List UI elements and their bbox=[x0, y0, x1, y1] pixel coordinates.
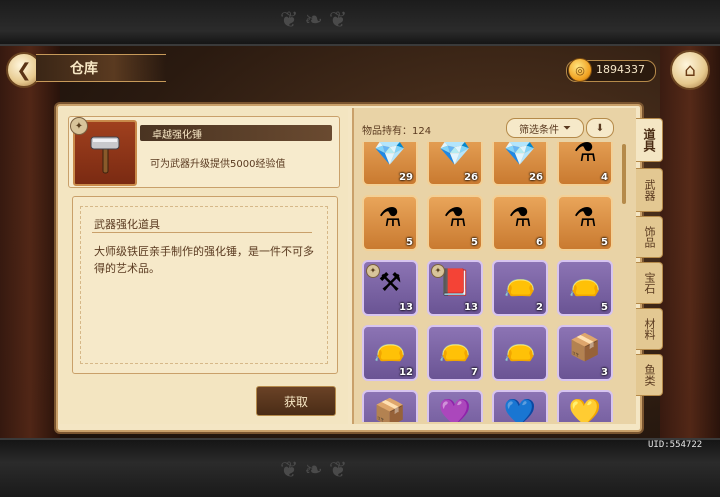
tab-gems[interactable]: 宝石 bbox=[636, 262, 663, 304]
red-pouch-icon: 👝 bbox=[568, 268, 602, 298]
home-icon: ⌂ bbox=[684, 59, 696, 81]
top-ornament-frame: ❦❧❦ bbox=[0, 0, 720, 46]
item-count: 物品持有：124 bbox=[362, 126, 432, 137]
home-button[interactable]: ⌂ bbox=[670, 50, 710, 90]
tab-weapons[interactable]: 武器 bbox=[636, 168, 663, 212]
item-quantity: 13 bbox=[464, 302, 478, 313]
inventory-slot[interactable]: 💎 29 bbox=[362, 142, 418, 186]
inventory-slot[interactable]: 👝 2 bbox=[492, 260, 548, 316]
obtain-button[interactable]: 获取 bbox=[256, 386, 336, 416]
star-badge-icon: ✦ bbox=[431, 264, 445, 278]
gold-value: 1894337 bbox=[596, 63, 645, 76]
back-arrow-icon: ❮ bbox=[16, 59, 32, 81]
inventory-slot[interactable]: 📕 ✦ 13 bbox=[427, 260, 483, 316]
inventory-slot[interactable]: ⚒ ✦ 13 bbox=[362, 260, 418, 316]
tab-label: 鱼类 bbox=[643, 364, 656, 386]
inventory-slot[interactable]: 📦 3 bbox=[557, 325, 613, 381]
inventory-slot[interactable]: 👝 7 bbox=[427, 325, 483, 381]
inventory-slot[interactable]: 💛 bbox=[557, 390, 613, 422]
item-quantity: 6 bbox=[536, 237, 543, 248]
gold-heart-gem-icon: 💛 bbox=[568, 398, 602, 422]
tab-label: 武器 bbox=[643, 179, 656, 201]
user-id: UID:554722 bbox=[648, 440, 703, 450]
page-title: 仓库 bbox=[70, 61, 98, 77]
item-quantity: 3 bbox=[601, 367, 608, 378]
item-quantity: 13 bbox=[399, 302, 413, 313]
star-badge-icon: ✦ bbox=[366, 264, 380, 278]
item-quantity: 29 bbox=[399, 172, 413, 183]
green-crate-icon: 📦 bbox=[373, 398, 407, 422]
item-category: 武器强化道具 bbox=[94, 218, 160, 231]
ornament-icon: ❦❧❦ bbox=[280, 458, 354, 483]
tab-label: 道具 bbox=[642, 128, 656, 152]
potion-icon: ⚗ bbox=[573, 142, 597, 168]
inventory-slot[interactable]: 👝 bbox=[492, 325, 548, 381]
tab-fish[interactable]: 鱼类 bbox=[636, 354, 663, 396]
item-quantity: 5 bbox=[601, 302, 608, 313]
tab-materials[interactable]: 材料 bbox=[636, 308, 663, 350]
filter-label: 筛选条件 bbox=[519, 124, 559, 136]
purple-potion-icon: ⚗ bbox=[573, 203, 597, 233]
tab-label: 宝石 bbox=[643, 272, 656, 294]
filter-funnel-icon: ⏷ bbox=[563, 122, 571, 134]
item-short-description: 可为武器升级提供5000经验值 bbox=[150, 159, 286, 170]
inventory-grid: 💎 29 💎 26 💎 26 ⚗ 4 ⚗ 5 ⚗ 5 ⚗ 6 ⚗ 5 ⚒ ✦ 13 📕 ✦ 13 👝 2 👝 5 👝 12 👝 7 👝 📦 3 📦… bbox=[356, 142, 628, 422]
item-quantity: 5 bbox=[471, 237, 478, 248]
red-pouch-icon: 👝 bbox=[503, 268, 537, 298]
item-quantity: 12 bbox=[399, 367, 413, 378]
sort-button[interactable]: ⬇ bbox=[586, 118, 614, 138]
tab-accessories[interactable]: 饰品 bbox=[636, 216, 663, 258]
curtain-right bbox=[660, 44, 720, 438]
curtain-left bbox=[0, 44, 60, 438]
inventory-slot[interactable]: 💜 bbox=[427, 390, 483, 422]
star-badge-icon: ✦ bbox=[70, 117, 88, 135]
inventory-scrollbar[interactable] bbox=[622, 144, 626, 204]
green-pouch-icon: 👝 bbox=[373, 333, 407, 363]
item-name: 卓越强化锤 bbox=[152, 130, 202, 141]
inventory-slot[interactable]: 👝 5 bbox=[557, 260, 613, 316]
bottom-ornament-frame: ❦❧❦ bbox=[0, 438, 720, 497]
item-quantity: 2 bbox=[536, 302, 543, 313]
item-quantity: 7 bbox=[471, 367, 478, 378]
inventory-slot[interactable]: 💙 bbox=[492, 390, 548, 422]
green-potion-icon: ⚗ bbox=[378, 203, 402, 233]
filter-button[interactable]: 筛选条件 ⏷ bbox=[506, 118, 584, 138]
item-description: 大师级铁匠亲手制作的强化锤，是一件不可多得的艺术品。 bbox=[94, 245, 314, 275]
ornament-icon: ❦❧❦ bbox=[280, 8, 354, 33]
inventory-slot[interactable]: ⚗ 5 bbox=[362, 195, 418, 251]
sort-arrow-icon: ⬇ bbox=[595, 122, 605, 134]
item-quantity: 4 bbox=[601, 172, 608, 183]
blue-gem-icon: 💎 bbox=[438, 142, 472, 168]
gold-potion-icon: ⚗ bbox=[508, 203, 532, 233]
purple-heart-gem-icon: 💜 bbox=[438, 398, 472, 422]
item-quantity: 26 bbox=[529, 172, 543, 183]
item-quantity: 26 bbox=[464, 172, 478, 183]
item-quantity: 5 bbox=[406, 237, 413, 248]
green-gem-icon: 💎 bbox=[373, 142, 407, 168]
blue-pouch-icon: 👝 bbox=[503, 333, 537, 363]
inventory-slot[interactable]: 👝 12 bbox=[362, 325, 418, 381]
blue-pouch-icon: 👝 bbox=[438, 333, 472, 363]
inventory-slot[interactable]: ⚗ 4 bbox=[557, 142, 613, 186]
inventory-slot[interactable]: ⚗ 5 bbox=[557, 195, 613, 251]
inventory-slot[interactable]: 💎 26 bbox=[427, 142, 483, 186]
blue-potion-icon: ⚗ bbox=[443, 203, 467, 233]
divider bbox=[92, 232, 312, 233]
blue-heart-gem-icon: 💙 bbox=[503, 398, 537, 422]
hammer-icon bbox=[90, 136, 120, 174]
yellow-gem-icon: 💎 bbox=[503, 142, 537, 168]
inventory-slot[interactable]: ⚗ 6 bbox=[492, 195, 548, 251]
inventory-slot[interactable]: 💎 26 bbox=[492, 142, 548, 186]
item-quantity: 5 bbox=[601, 237, 608, 248]
gold-coin-icon: ◎ bbox=[568, 58, 592, 82]
tab-label: 饰品 bbox=[643, 226, 656, 248]
tab-label: 材料 bbox=[643, 318, 656, 340]
inventory-slot[interactable]: 📦 bbox=[362, 390, 418, 422]
inventory-slot[interactable]: ⚗ 5 bbox=[427, 195, 483, 251]
tab-items[interactable]: 道具 bbox=[636, 118, 663, 162]
title-plate bbox=[36, 54, 166, 82]
crate-icon: 📦 bbox=[568, 333, 602, 363]
